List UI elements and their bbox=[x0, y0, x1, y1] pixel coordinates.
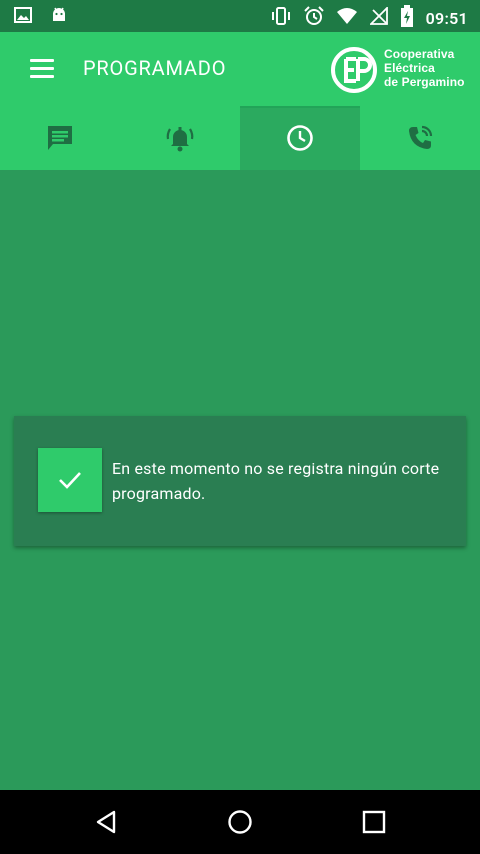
page-title: PROGRAMADO bbox=[83, 56, 227, 80]
back-button[interactable] bbox=[94, 808, 122, 840]
no-signal-icon bbox=[368, 5, 388, 29]
wifi-icon bbox=[336, 7, 358, 29]
tab-bar bbox=[0, 106, 480, 170]
logo-text: Cooperativa Eléctrica de Pergamino bbox=[384, 47, 465, 89]
image-notification-icon bbox=[14, 6, 32, 28]
vibrate-icon bbox=[270, 7, 292, 29]
android-notification-icon bbox=[50, 6, 68, 28]
tab-messages[interactable] bbox=[0, 106, 120, 170]
status-bar: 09:51 bbox=[0, 0, 480, 32]
clock-time: 09:51 bbox=[425, 8, 468, 28]
recents-icon bbox=[362, 810, 386, 834]
app-bar: PROGRAMADO Cooperativa Eléctrica de Perg… bbox=[0, 32, 480, 106]
logo-line-3: de Pergamino bbox=[384, 75, 465, 89]
system-navigation-bar bbox=[0, 790, 480, 854]
battery-charging-icon bbox=[400, 5, 414, 31]
hamburger-menu-icon[interactable] bbox=[30, 59, 54, 79]
home-icon bbox=[228, 810, 252, 834]
alarm-icon bbox=[303, 6, 324, 30]
phone-call-icon bbox=[409, 125, 433, 149]
home-button[interactable] bbox=[226, 808, 254, 840]
tab-scheduled[interactable] bbox=[240, 106, 360, 170]
back-icon bbox=[96, 810, 116, 834]
notice-card: En este momento no se registra ningún co… bbox=[14, 416, 466, 546]
alarm-bell-icon bbox=[166, 127, 194, 152]
cooperative-logo: Cooperativa Eléctrica de Pergamino bbox=[330, 44, 470, 96]
main-content: En este momento no se registra ningún co… bbox=[0, 170, 480, 790]
check-icon bbox=[59, 472, 81, 489]
cep-logo-mark bbox=[331, 47, 377, 93]
chat-icon bbox=[48, 126, 72, 150]
tab-calls[interactable] bbox=[360, 106, 480, 170]
logo-line-2: Eléctrica bbox=[384, 61, 435, 75]
recents-button[interactable] bbox=[360, 808, 388, 840]
logo-line-1: Cooperativa bbox=[384, 47, 455, 61]
clock-icon bbox=[287, 125, 313, 151]
check-badge bbox=[38, 448, 102, 512]
tab-alerts[interactable] bbox=[120, 106, 240, 170]
notice-message: En este momento no se registra ningún co… bbox=[112, 459, 440, 503]
